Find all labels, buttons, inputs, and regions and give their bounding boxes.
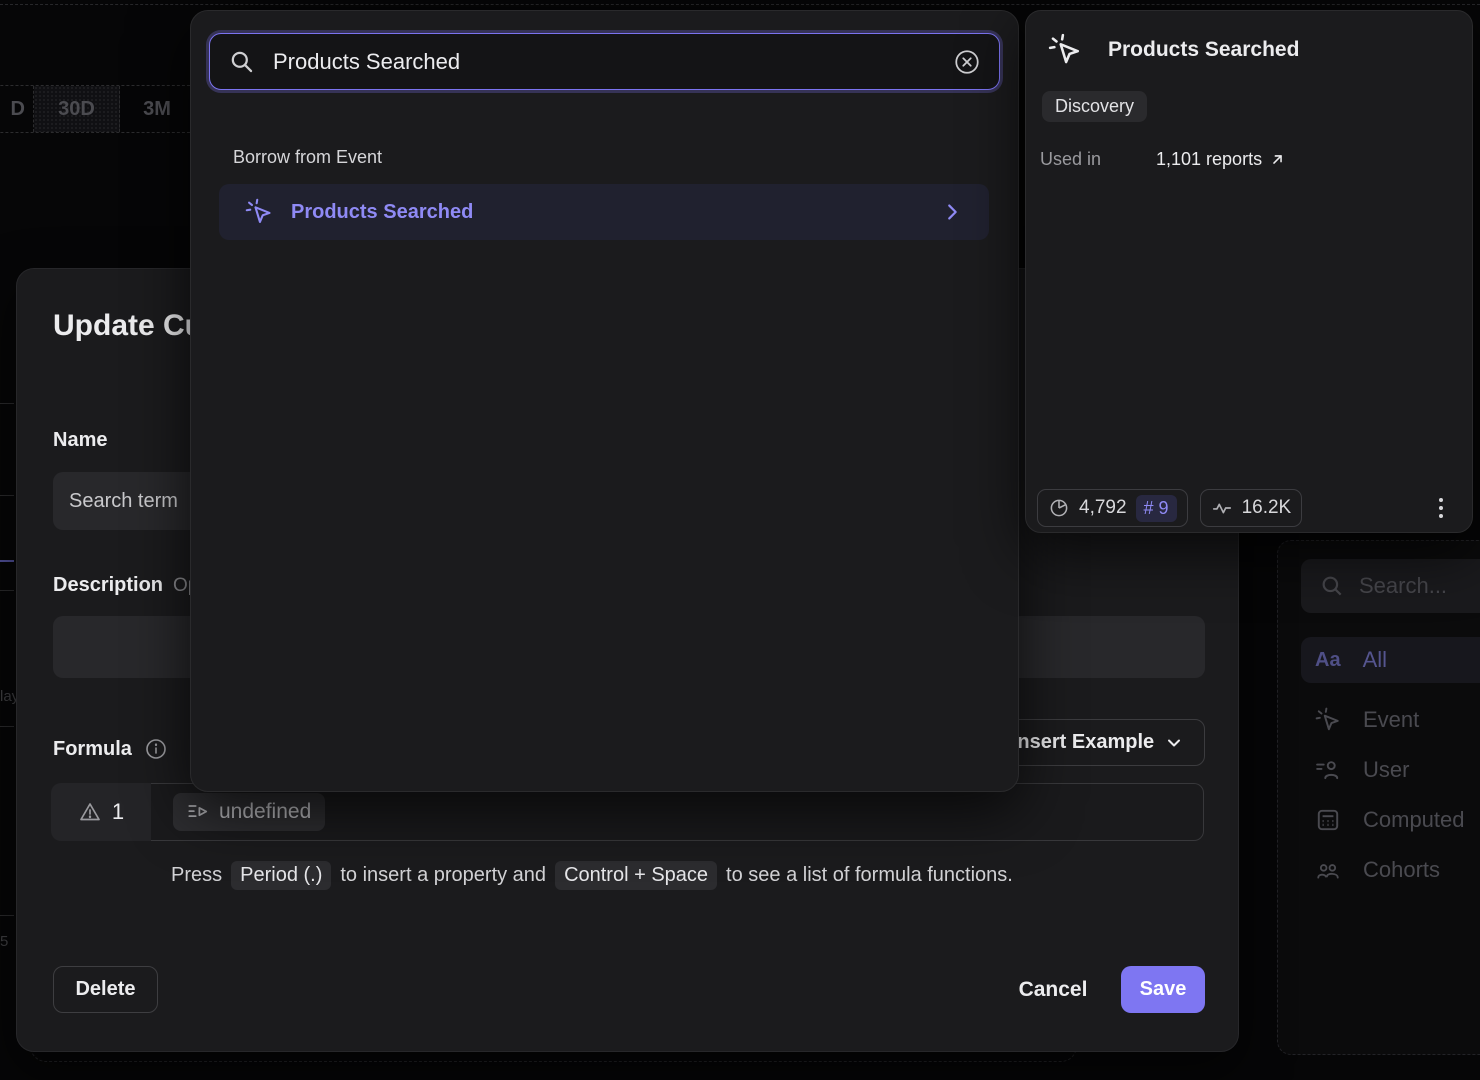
search-icon: [1319, 573, 1345, 599]
formula-label: Formula: [53, 738, 132, 761]
filter-item-label: Cohorts: [1363, 857, 1440, 883]
chart-gridline: [0, 495, 14, 496]
time-range-7d[interactable]: D: [0, 86, 34, 132]
time-range-30d[interactable]: 30D: [34, 86, 120, 132]
chart-gridline: [0, 726, 14, 727]
formula-label-row: Formula: [53, 737, 168, 761]
help-text: to see a list of formula functions.: [726, 864, 1013, 887]
filter-item-label: User: [1363, 757, 1409, 783]
chart-line-segment: [0, 560, 14, 562]
chart-gridline: [0, 403, 14, 404]
description-label: Description: [53, 574, 163, 597]
formula-help-text: Press Period (.) to insert a property an…: [171, 861, 1013, 890]
user-icon: [1315, 757, 1341, 783]
app-screen: D 30D 3M lay 5 Search... Aa All Event: [0, 0, 1480, 1080]
pie-chart-icon: [1048, 497, 1070, 519]
event-volume: 16.2K: [1242, 497, 1292, 519]
chart-gridline: [0, 915, 14, 916]
used-in-label: Used in: [1040, 149, 1156, 170]
event-count-pill[interactable]: 4,792 # 9: [1037, 489, 1188, 527]
used-in-reports-link[interactable]: 1,101 reports: [1156, 149, 1286, 170]
property-search-input[interactable]: Search...: [1301, 559, 1480, 613]
filter-item-computed[interactable]: Computed: [1301, 797, 1480, 843]
filter-item-cohorts[interactable]: Cohorts: [1301, 847, 1480, 893]
event-icon: [1315, 707, 1341, 733]
error-count: 1: [112, 799, 124, 825]
clear-search-icon[interactable]: [953, 48, 981, 76]
event-icon: [1048, 33, 1082, 67]
computed-icon: [1315, 807, 1341, 833]
used-in-row: Used in 1,101 reports: [1040, 149, 1286, 170]
used-in-value: 1,101 reports: [1156, 149, 1262, 170]
formula-error-indicator[interactable]: 1: [51, 783, 151, 841]
cohorts-icon: [1315, 857, 1341, 883]
event-volume-pill[interactable]: 16.2K: [1200, 489, 1303, 527]
event-details-panel: Products Searched Discovery Used in 1,10…: [1025, 10, 1473, 533]
warning-icon: [78, 800, 102, 824]
event-stats-row: 4,792 # 9 16.2K: [1037, 489, 1461, 527]
aa-icon: Aa: [1315, 649, 1341, 672]
chart-axis-label: 5: [0, 933, 8, 950]
formula-property-chip[interactable]: undefined: [173, 793, 325, 831]
event-title: Products Searched: [1108, 38, 1299, 62]
save-button[interactable]: Save: [1121, 966, 1205, 1013]
delete-button[interactable]: Delete: [53, 966, 158, 1013]
section-label: Borrow from Event: [233, 147, 382, 168]
more-options-icon[interactable]: [1439, 498, 1443, 518]
cancel-button[interactable]: Cancel: [998, 966, 1108, 1013]
property-type-popup: Search... Aa All Event User Compu: [1277, 540, 1480, 1055]
event-search-box: [209, 33, 1000, 90]
activity-icon: [1211, 497, 1233, 519]
external-arrow-icon: [1269, 151, 1286, 168]
kbd-period: Period (.): [231, 861, 331, 890]
category-badge: Discovery: [1042, 91, 1147, 122]
time-range-selector: D 30D 3M: [0, 85, 195, 133]
insert-example-button[interactable]: Insert Example: [991, 719, 1205, 766]
custom-property-icon: [187, 801, 209, 823]
event-rank-badge: # 9: [1136, 495, 1177, 522]
insert-example-label: Insert Example: [1012, 731, 1154, 754]
event-icon: [245, 198, 273, 226]
time-range-3m[interactable]: 3M: [120, 86, 195, 132]
info-icon[interactable]: [144, 737, 168, 761]
event-panel-header: Products Searched: [1048, 33, 1299, 67]
search-icon: [228, 48, 255, 75]
background-divider: [0, 4, 1480, 5]
event-search-dropdown: Borrow from Event Products Searched: [190, 10, 1019, 792]
event-search-input[interactable]: [271, 48, 937, 76]
event-count: 4,792: [1079, 497, 1127, 519]
filter-item-event[interactable]: Event: [1301, 697, 1480, 743]
chevron-down-icon: [1164, 733, 1184, 753]
filter-item-label: All: [1363, 647, 1387, 673]
filter-item-label: Computed: [1363, 807, 1465, 833]
property-search-placeholder: Search...: [1359, 573, 1447, 599]
search-result-products-searched[interactable]: Products Searched: [219, 184, 989, 240]
chevron-right-icon: [941, 201, 963, 223]
help-text: to insert a property and: [340, 864, 546, 887]
chart-gridline: [0, 590, 14, 591]
chip-label: undefined: [219, 800, 311, 824]
name-label: Name: [53, 429, 107, 452]
result-label: Products Searched: [291, 201, 923, 224]
filter-item-label: Event: [1363, 707, 1419, 733]
modal-title: Update Cu: [53, 309, 203, 343]
help-text: Press: [171, 864, 222, 887]
kbd-control-space: Control + Space: [555, 861, 717, 890]
filter-item-all[interactable]: Aa All: [1301, 637, 1480, 683]
filter-item-user[interactable]: User: [1301, 747, 1480, 793]
